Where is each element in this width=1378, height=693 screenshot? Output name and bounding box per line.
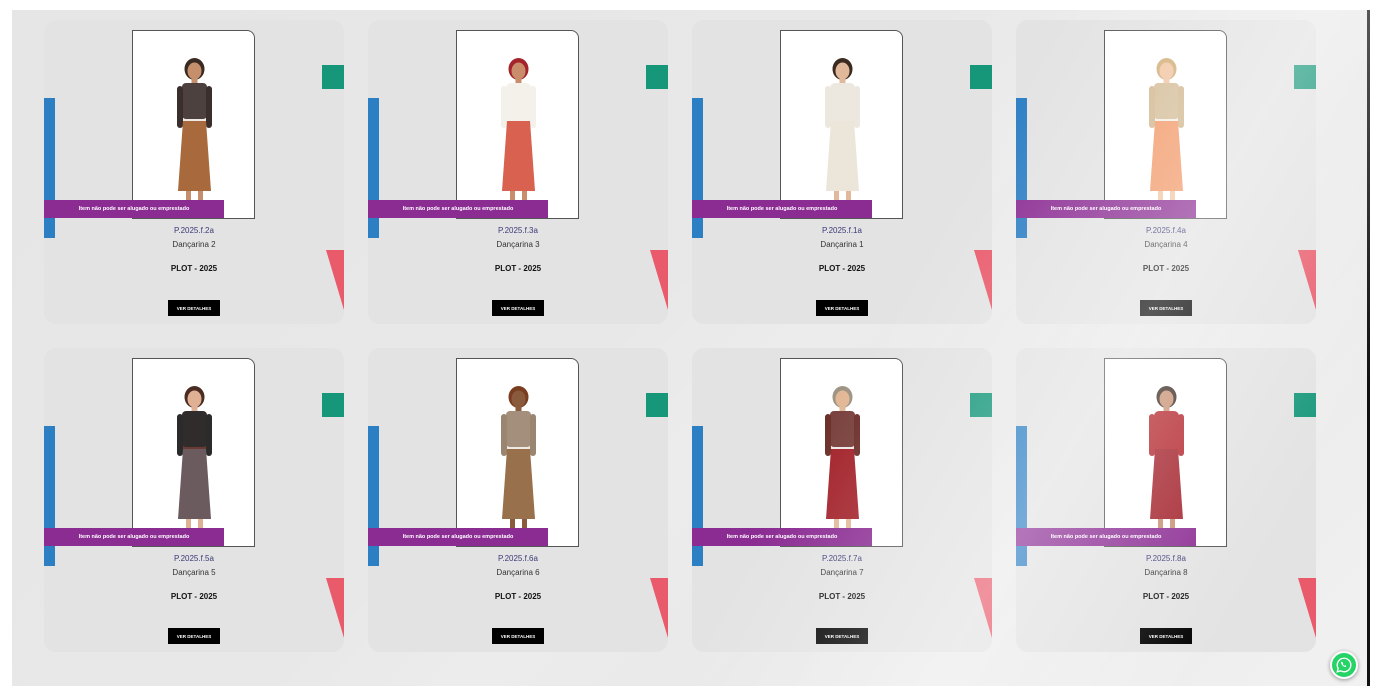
- costume-figure: [501, 58, 536, 208]
- unavailable-banner: Item não pode ser alugado ou emprestado: [44, 200, 224, 218]
- product-card: Item não pode ser alugado ou emprestado …: [1016, 348, 1316, 652]
- unavailable-banner: Item não pode ser alugado ou emprestado: [1016, 200, 1196, 218]
- view-details-button[interactable]: VER DETALHES: [168, 628, 220, 644]
- decor-pink-triangle: [650, 578, 668, 638]
- view-details-button[interactable]: VER DETALHES: [168, 300, 220, 316]
- scrollbar-edge: [1367, 10, 1370, 686]
- unavailable-banner: Item não pode ser alugado ou emprestado: [368, 528, 548, 546]
- product-code[interactable]: P.2025.f.3a: [368, 226, 668, 235]
- product-code[interactable]: P.2025.f.6a: [368, 554, 668, 563]
- decor-pink-triangle: [650, 250, 668, 310]
- product-event: PLOT - 2025: [1142, 264, 1190, 273]
- view-details-button[interactable]: VER DETALHES: [492, 300, 544, 316]
- product-event: PLOT - 2025: [1142, 592, 1190, 601]
- whatsapp-button[interactable]: [1330, 651, 1358, 679]
- product-name: Dançarina 1: [820, 240, 864, 249]
- costume-figure: [501, 386, 536, 536]
- catalog-background: Item não pode ser alugado ou emprestado …: [12, 10, 1370, 686]
- view-details-button[interactable]: VER DETALHES: [492, 628, 544, 644]
- whatsapp-icon: [1336, 657, 1352, 673]
- costume-figure: [177, 386, 212, 536]
- product-photo[interactable]: [456, 358, 579, 547]
- product-name: Dançarina 4: [1144, 240, 1188, 249]
- product-name: Dançarina 8: [1144, 568, 1188, 577]
- product-card: Item não pode ser alugado ou emprestado …: [44, 348, 344, 652]
- product-card: Item não pode ser alugado ou emprestado …: [368, 348, 668, 652]
- decor-pink-triangle: [1298, 578, 1316, 638]
- product-code[interactable]: P.2025.f.5a: [44, 554, 344, 563]
- product-photo[interactable]: [780, 358, 903, 547]
- product-code[interactable]: P.2025.f.4a: [1016, 226, 1316, 235]
- product-photo[interactable]: [780, 30, 903, 219]
- product-name: Dançarina 6: [496, 568, 540, 577]
- product-card: Item não pode ser alugado ou emprestado …: [368, 20, 668, 324]
- decor-pink-triangle: [1298, 250, 1316, 310]
- costume-figure: [177, 58, 212, 208]
- unavailable-banner: Item não pode ser alugado ou emprestado: [692, 200, 872, 218]
- costume-figure: [825, 58, 860, 208]
- decor-green-square: [646, 393, 668, 417]
- product-photo[interactable]: [1104, 358, 1227, 547]
- product-code[interactable]: P.2025.f.1a: [692, 226, 992, 235]
- decor-green-square: [970, 393, 992, 417]
- product-name: Dançarina 2: [172, 240, 216, 249]
- product-name: Dançarina 5: [172, 568, 216, 577]
- view-details-button[interactable]: VER DETALHES: [1140, 628, 1192, 644]
- product-event: PLOT - 2025: [494, 592, 542, 601]
- product-photo[interactable]: [132, 30, 255, 219]
- view-details-button[interactable]: VER DETALHES: [816, 628, 868, 644]
- product-event: PLOT - 2025: [818, 264, 866, 273]
- product-code[interactable]: P.2025.f.8a: [1016, 554, 1316, 563]
- product-name: Dançarina 7: [820, 568, 864, 577]
- costume-figure: [825, 386, 860, 536]
- decor-pink-triangle: [326, 250, 344, 310]
- unavailable-banner: Item não pode ser alugado ou emprestado: [692, 528, 872, 546]
- unavailable-banner: Item não pode ser alugado ou emprestado: [368, 200, 548, 218]
- decor-pink-triangle: [974, 250, 992, 310]
- unavailable-banner: Item não pode ser alugado ou emprestado: [1016, 528, 1196, 546]
- product-card: Item não pode ser alugado ou emprestado …: [692, 348, 992, 652]
- product-code[interactable]: P.2025.f.7a: [692, 554, 992, 563]
- product-card: Item não pode ser alugado ou emprestado …: [1016, 20, 1316, 324]
- product-card: Item não pode ser alugado ou emprestado …: [692, 20, 992, 324]
- product-photo[interactable]: [456, 30, 579, 219]
- view-details-button[interactable]: VER DETALHES: [816, 300, 868, 316]
- product-photo[interactable]: [1104, 30, 1227, 219]
- view-details-button[interactable]: VER DETALHES: [1140, 300, 1192, 316]
- product-card: Item não pode ser alugado ou emprestado …: [44, 20, 344, 324]
- product-photo[interactable]: [132, 358, 255, 547]
- decor-green-square: [1294, 393, 1316, 417]
- product-code[interactable]: P.2025.f.2a: [44, 226, 344, 235]
- decor-pink-triangle: [974, 578, 992, 638]
- product-name: Dançarina 3: [496, 240, 540, 249]
- unavailable-banner: Item não pode ser alugado ou emprestado: [44, 528, 224, 546]
- decor-green-square: [322, 393, 344, 417]
- product-event: PLOT - 2025: [818, 592, 866, 601]
- costume-figure: [1149, 58, 1184, 208]
- decor-green-square: [1294, 65, 1316, 89]
- decor-green-square: [970, 65, 992, 89]
- decor-pink-triangle: [326, 578, 344, 638]
- product-event: PLOT - 2025: [170, 592, 218, 601]
- decor-green-square: [646, 65, 668, 89]
- product-event: PLOT - 2025: [170, 264, 218, 273]
- costume-figure: [1149, 386, 1184, 536]
- decor-green-square: [322, 65, 344, 89]
- product-event: PLOT - 2025: [494, 264, 542, 273]
